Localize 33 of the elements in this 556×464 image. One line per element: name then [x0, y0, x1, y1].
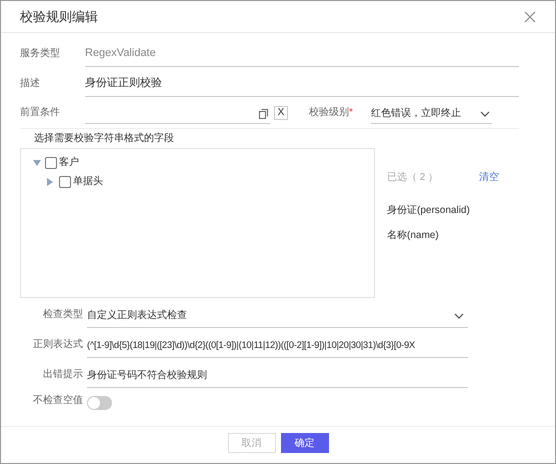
- error-hint-field[interactable]: 身份证号码不符合校验规则: [87, 368, 468, 388]
- field-label: 前置条件: [20, 106, 61, 120]
- required-mark: *: [349, 106, 353, 120]
- field-label: 出错提示: [42, 368, 84, 382]
- copy-icon[interactable]: [259, 108, 268, 118]
- field-label: 服务类型: [20, 46, 61, 61]
- checkbox[interactable]: [45, 156, 57, 168]
- field-label: 检查类型: [42, 308, 84, 322]
- check-type-dropdown[interactable]: 自定义正则表达式检查: [87, 308, 468, 328]
- field-label: 正则表达式: [32, 338, 84, 352]
- chevron-down-icon: [454, 312, 464, 318]
- checkbox[interactable]: [59, 176, 71, 188]
- field-label: 校验级别: [309, 106, 349, 120]
- text-field: RegexValidate: [85, 44, 519, 67]
- field-label: 不检查空值: [32, 394, 84, 408]
- chevron-down-icon: [480, 110, 490, 116]
- confirm-button[interactable]: 确定: [280, 433, 328, 453]
- selected-count: 已选（ 2 ）: [387, 170, 438, 185]
- selected-field: 身份证(personalid): [387, 203, 519, 228]
- level-dropdown[interactable]: 红色错误，立即终止: [370, 104, 492, 124]
- regex-field[interactable]: (^[1-9]\d{5}(18|19|([23]\d))\d{2}((0[1-9])|(10|11|12))(([0-2][1-9])|10|20|30|31)\d{3}[0-9X: [87, 338, 468, 358]
- tree-item[interactable]: 单据头: [73, 174, 103, 189]
- clear-button[interactable]: X: [274, 106, 288, 120]
- dialog-title: 校验规则编辑: [20, 8, 98, 26]
- section-title: 选择需要校验字符串格式的字段: [34, 132, 175, 146]
- caret-down-icon[interactable]: [33, 160, 43, 166]
- selected-field: 名称(name): [387, 228, 519, 253]
- field-label: 描述: [20, 76, 41, 91]
- tree-item[interactable]: 客户: [59, 155, 79, 170]
- toggle-switch[interactable]: [87, 396, 112, 410]
- close-icon[interactable]: [524, 10, 536, 22]
- text-field[interactable]: 身份证正则校验: [85, 74, 519, 97]
- clear-link[interactable]: 清空: [479, 170, 499, 185]
